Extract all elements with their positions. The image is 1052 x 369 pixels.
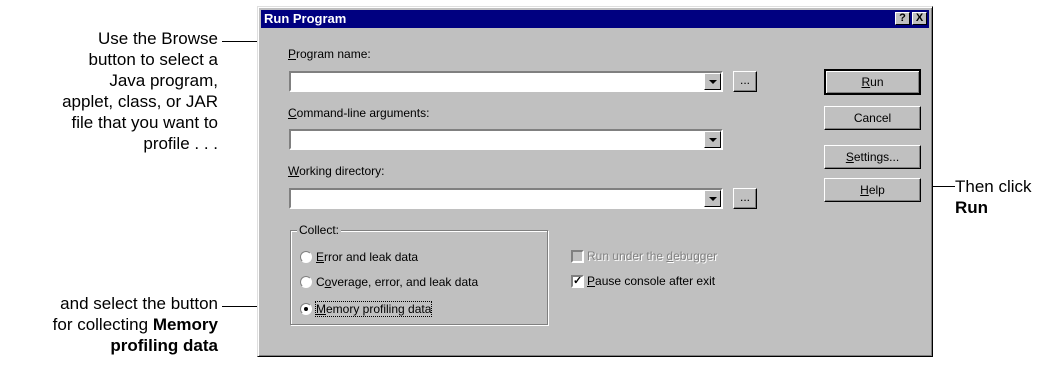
working-directory-label: Working directory: bbox=[288, 164, 384, 178]
callout-line: applet, class, or JAR bbox=[62, 92, 218, 111]
debugger-label[interactable]: Run under the debugger bbox=[587, 249, 717, 263]
dropdown-arrow-icon[interactable] bbox=[704, 190, 721, 207]
mnemonic: P bbox=[288, 47, 297, 61]
callout-text: for collecting bbox=[52, 315, 153, 334]
option-text: rror and leak data bbox=[324, 250, 419, 264]
settings-button[interactable]: Settings... bbox=[824, 145, 921, 169]
label-text: ommand-line arguments: bbox=[296, 106, 430, 120]
mnemonic: H bbox=[860, 183, 869, 197]
callout-line: profiling data bbox=[2, 335, 218, 356]
debugger-checkbox[interactable] bbox=[571, 250, 584, 263]
button-label: elp bbox=[868, 183, 885, 197]
callout-bold: Run bbox=[955, 198, 989, 217]
coverage-label[interactable]: Coverage, error, and leak data bbox=[316, 275, 478, 289]
program-browse-button[interactable]: ... bbox=[733, 71, 757, 92]
callout-line: Run bbox=[955, 197, 1051, 218]
dropdown-arrow-icon[interactable] bbox=[704, 73, 721, 90]
option-text: Run under the bbox=[587, 249, 667, 263]
run-button[interactable]: Run bbox=[824, 69, 921, 95]
callout-line: profile . . . bbox=[143, 134, 218, 153]
callout-line: button to select a bbox=[88, 50, 218, 69]
callout-line: Use the Browse bbox=[98, 29, 218, 48]
option-text: emory profiling data bbox=[326, 302, 432, 316]
close-button[interactable]: X bbox=[912, 12, 927, 25]
callout-line: and select the button bbox=[60, 294, 218, 313]
collect-legend: Collect: bbox=[297, 223, 342, 237]
mnemonic: C bbox=[288, 106, 297, 120]
title-bar[interactable]: Run Program ? X bbox=[261, 10, 929, 28]
mnemonic: S bbox=[845, 150, 854, 164]
callout-bold: profiling data bbox=[110, 336, 218, 355]
browse-callout: Use the Browse button to select a Java p… bbox=[2, 28, 218, 154]
run-program-dialog: Run Program ? X Program name: ... Comman… bbox=[257, 6, 933, 357]
command-line-combo[interactable] bbox=[289, 129, 723, 150]
context-help-button[interactable]: ? bbox=[895, 12, 910, 25]
error-leak-label[interactable]: Error and leak data bbox=[316, 250, 418, 264]
callout-bold: Memory bbox=[152, 315, 218, 334]
error-leak-radio[interactable] bbox=[300, 251, 312, 263]
coverage-radio[interactable] bbox=[300, 276, 312, 288]
program-name-label: Program name: bbox=[288, 47, 371, 61]
button-label: ettings... bbox=[853, 150, 900, 164]
pause-console-checkbox[interactable]: ✓ bbox=[571, 275, 584, 288]
command-line-label: Command-line arguments: bbox=[288, 106, 429, 120]
memory-callout: and select the button for collecting Mem… bbox=[2, 293, 218, 356]
callout-line: Java program, bbox=[109, 71, 218, 90]
label-text: rogram name: bbox=[296, 47, 371, 61]
dropdown-arrow-icon[interactable] bbox=[704, 131, 721, 148]
mnemonic: P bbox=[587, 274, 596, 288]
program-name-combo[interactable] bbox=[289, 71, 723, 92]
label-text: orking directory: bbox=[299, 164, 385, 178]
run-callout: Then click Run bbox=[955, 176, 1051, 218]
button-label: un bbox=[870, 75, 884, 89]
option-text: C bbox=[316, 275, 325, 289]
callout-line: Then click bbox=[955, 177, 1032, 196]
dialog-title: Run Program bbox=[264, 11, 347, 26]
directory-browse-button[interactable]: ... bbox=[733, 188, 757, 209]
memory-profiling-label[interactable]: Memory profiling data bbox=[314, 301, 433, 317]
callout-line: for collecting Memory bbox=[2, 314, 218, 335]
memory-profiling-radio[interactable] bbox=[300, 303, 312, 315]
mnemonic: R bbox=[861, 75, 871, 89]
mnemonic: E bbox=[316, 250, 325, 264]
mnemonic: M bbox=[316, 302, 326, 316]
callout-line: file that you want to bbox=[71, 113, 218, 132]
mnemonic: W bbox=[288, 164, 300, 178]
cancel-button[interactable]: Cancel bbox=[824, 106, 921, 130]
working-directory-combo[interactable] bbox=[289, 188, 723, 209]
pause-console-label[interactable]: Pause console after exit bbox=[587, 274, 715, 288]
option-text: verage, error, and leak data bbox=[331, 275, 479, 289]
help-button[interactable]: Help bbox=[824, 178, 921, 202]
option-text: ebugger bbox=[673, 249, 718, 263]
option-text: ause console after exit bbox=[595, 274, 716, 288]
